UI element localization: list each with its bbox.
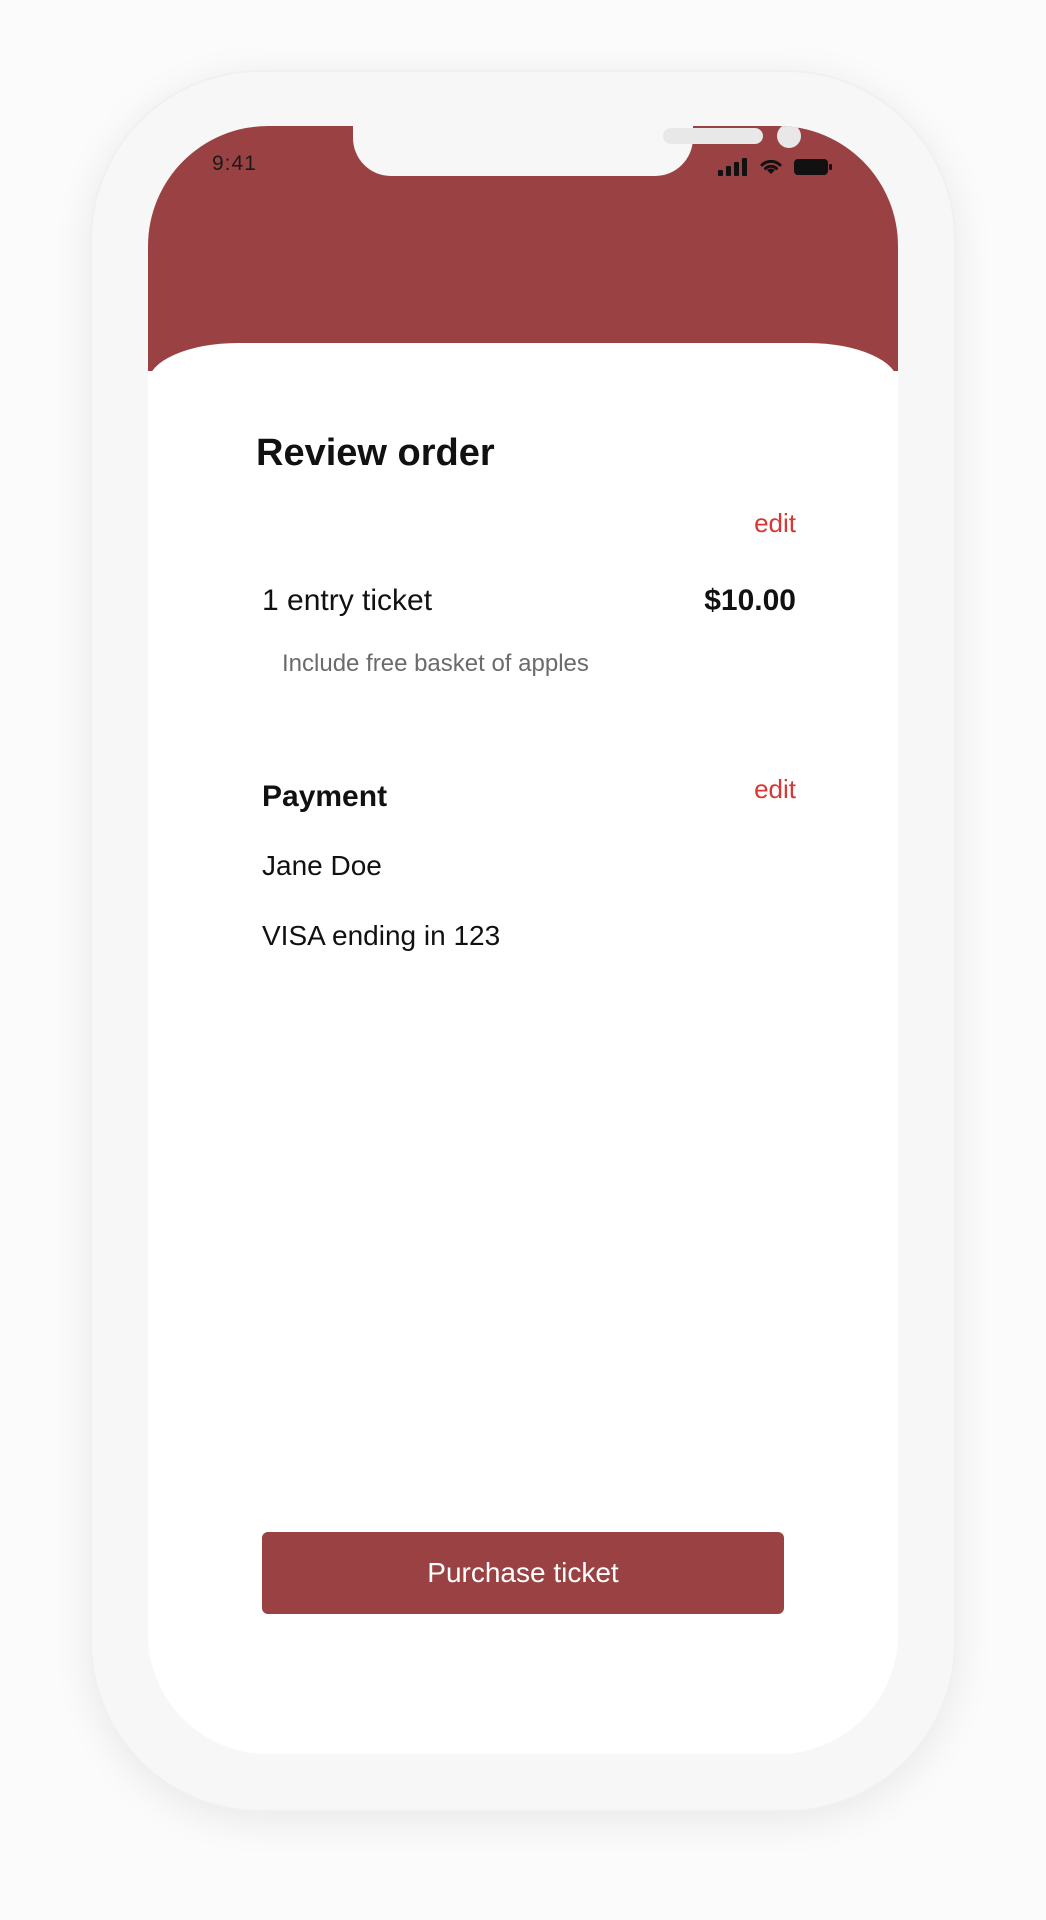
ticket-item-label: 1 entry ticket <box>262 584 433 617</box>
edit-order-link[interactable]: edit <box>754 508 796 539</box>
device-notch <box>353 126 801 176</box>
speaker-grille <box>663 128 763 144</box>
ticket-item-price: $10.00 <box>704 584 796 617</box>
edit-payment-link[interactable]: edit <box>754 774 796 805</box>
payment-heading: Payment <box>262 780 388 813</box>
phone-screen: 9:41 Review order edit 1 entry ticket $1… <box>148 126 898 1754</box>
ticket-item-note: Include free basket of apples <box>282 650 589 677</box>
status-icons <box>718 156 834 176</box>
page-title: Review order <box>256 432 495 474</box>
card-info: VISA ending in 123 <box>262 920 501 951</box>
purchase-ticket-button[interactable]: Purchase ticket <box>262 1532 784 1614</box>
status-time: 9:41 <box>212 152 257 175</box>
payer-name: Jane Doe <box>262 850 382 881</box>
battery-icon <box>794 159 832 175</box>
signal-icon <box>718 158 747 176</box>
wifi-icon <box>760 159 782 174</box>
